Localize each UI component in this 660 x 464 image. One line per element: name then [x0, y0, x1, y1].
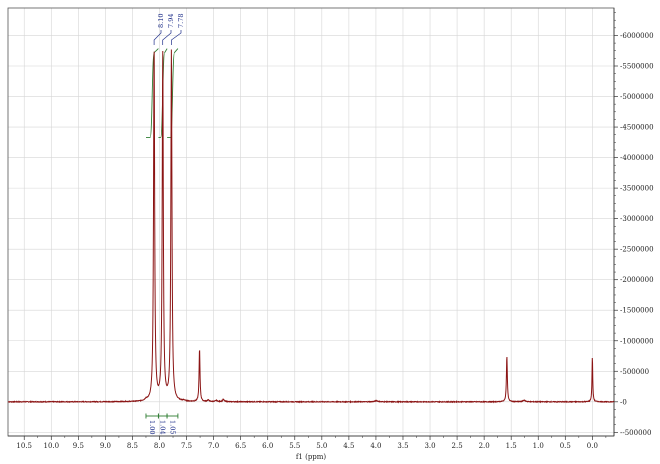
x-tick-label: 1.5: [506, 442, 517, 450]
x-tick-label: 3.0: [424, 442, 435, 450]
x-tick-label: 2.5: [452, 442, 463, 450]
spectrum-line: [7, 49, 615, 404]
peak-label: 8.10: [157, 14, 165, 28]
x-tick-label: 2.0: [479, 442, 490, 450]
y-tick-label: --500000: [620, 429, 651, 437]
y-tick-label: -1500000: [620, 307, 654, 315]
x-tick-label: 1.0: [533, 442, 544, 450]
x-axis-label: f1 (ppm): [296, 453, 327, 461]
y-tick-label: -2500000: [620, 246, 654, 254]
x-tick-label: 3.5: [397, 442, 408, 450]
peak-labels: 8.10 7.94 7.78: [153, 14, 185, 45]
x-tick-label: 4.5: [343, 442, 354, 450]
integral-curve: [146, 48, 159, 138]
x-tick-label: 5.0: [316, 442, 327, 450]
x-tick-label: 7.0: [208, 442, 219, 450]
x-tick-label: 8.5: [127, 442, 138, 450]
peak-label-leader: [162, 30, 172, 45]
integral-curve: [167, 48, 179, 138]
integral-value: 1.04: [159, 420, 167, 434]
x-tick-label: 5.5: [289, 442, 300, 450]
x-tick-label: 10.5: [16, 442, 32, 450]
plot-frame: [7, 7, 615, 437]
y-tick-label: -0: [620, 398, 627, 406]
x-tick-label: 6.0: [262, 442, 273, 450]
peak-label-leader: [171, 30, 182, 45]
x-tick-label: 7.5: [181, 442, 192, 450]
nmr-spectrum-chart: 10.5 10.0 9.5 9.0 8.5 8.0 7.5 7.0 6.5 6.0 5.5 5.0 4.…: [7, 7, 654, 461]
x-tick-label: 8.0: [154, 442, 165, 450]
y-tick-label: -4000000: [620, 154, 654, 162]
integral-value: 1.05: [168, 420, 176, 434]
y-tick-label: -5000000: [620, 93, 654, 101]
x-tick-label: 4.0: [370, 442, 381, 450]
x-axis: 10.5 10.0 9.5 9.0 8.5 8.0 7.5 7.0 6.5 6.0 5.5 5.0 4.…: [8, 435, 614, 450]
x-tick-label: 6.5: [235, 442, 246, 450]
y-tick-label: -5500000: [620, 63, 654, 71]
peak-label-leader: [153, 30, 162, 45]
y-tick-label: -3500000: [620, 185, 654, 193]
y-tick-label: -1000000: [620, 337, 654, 345]
y-axis: --500000 -0 -500000 -1000000 -1500000 -200000…: [613, 8, 654, 437]
y-tick-label: -3000000: [620, 215, 654, 223]
x-tick-label: 9.5: [73, 442, 84, 450]
y-tick-label: -6000000: [620, 32, 654, 40]
x-tick-label: 0.5: [560, 442, 571, 450]
x-tick-label: 10.0: [43, 442, 59, 450]
integral-value: 1.00: [148, 420, 156, 434]
y-tick-label: -500000: [620, 368, 649, 376]
x-tick-label: 0.0: [587, 442, 598, 450]
peak-label: 7.78: [177, 14, 185, 28]
x-tick-label: 9.0: [100, 442, 111, 450]
grid: [8, 8, 614, 436]
y-tick-label: -4500000: [620, 124, 654, 132]
y-tick-label: -2000000: [620, 276, 654, 284]
peak-label: 7.94: [167, 14, 175, 28]
